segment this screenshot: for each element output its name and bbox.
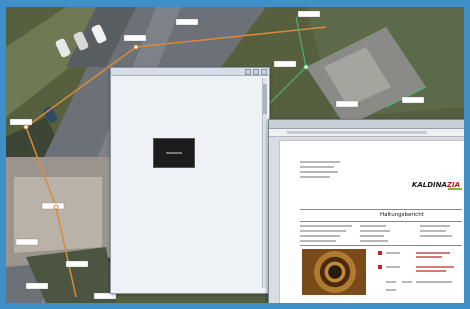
map-label[interactable] (123, 34, 147, 42)
inspection-video-thumbnail[interactable] (153, 138, 195, 168)
defect-marker-icon (378, 265, 382, 269)
logo-text: KALDINA (411, 181, 447, 189)
text-line (386, 289, 396, 291)
text-line (360, 235, 384, 237)
close-icon[interactable] (261, 69, 267, 75)
text-line (416, 266, 454, 268)
text-line (300, 166, 334, 168)
map-label[interactable] (335, 100, 359, 108)
map-label[interactable] (9, 118, 33, 126)
scrollbar-thumb[interactable] (263, 84, 267, 114)
popup-scrollbar[interactable] (262, 78, 267, 288)
company-logo: KALDINAZIA (411, 181, 462, 190)
text-line (386, 281, 396, 283)
manhole-marker[interactable] (53, 204, 59, 210)
map-label[interactable] (15, 238, 39, 246)
text-line (420, 225, 450, 227)
map-label[interactable] (175, 18, 199, 26)
text-line (386, 252, 400, 254)
text-line (300, 171, 338, 173)
text-line (420, 230, 446, 232)
text-line (300, 235, 340, 237)
text-line (360, 240, 388, 242)
map-label[interactable] (65, 260, 89, 268)
text-line (360, 225, 386, 227)
manhole-marker[interactable] (133, 44, 139, 50)
map-label[interactable] (297, 10, 321, 18)
text-line (300, 161, 340, 163)
text-line (300, 225, 352, 227)
text-line (300, 176, 330, 178)
report-page[interactable]: KALDINAZIA Haltungsbericht (279, 140, 464, 303)
viewer-titlebar[interactable] (269, 120, 464, 129)
text-line (416, 281, 452, 283)
text-line (300, 230, 346, 232)
feature-info-popup[interactable] (110, 67, 270, 294)
maximize-icon[interactable] (253, 69, 259, 75)
video-frame-icon (166, 152, 182, 154)
attribute-key (114, 156, 148, 161)
divider (300, 221, 462, 222)
map-viewport[interactable]: KALDINAZIA Haltungsbericht (6, 7, 464, 303)
text-line (416, 252, 450, 254)
pipe-inspection-photo[interactable] (302, 249, 366, 295)
popup-titlebar[interactable] (111, 68, 269, 76)
minimize-icon[interactable] (245, 69, 251, 75)
text-line (420, 235, 452, 237)
map-label[interactable] (401, 96, 425, 104)
text-line (402, 281, 412, 283)
map-label[interactable] (25, 282, 49, 290)
viewer-toolbar[interactable] (269, 129, 464, 137)
text-line (360, 230, 390, 232)
divider (300, 245, 462, 246)
report-heading: Haltungsbericht (380, 212, 424, 218)
map-label[interactable] (273, 60, 297, 68)
text-line (300, 240, 336, 242)
text-line (416, 270, 446, 272)
text-line (416, 256, 442, 258)
manhole-marker[interactable] (303, 64, 309, 70)
divider (300, 209, 462, 210)
defect-marker-icon (378, 251, 382, 255)
logo-ribbon (448, 188, 462, 190)
address-field[interactable] (287, 131, 427, 134)
manhole-marker[interactable] (23, 124, 29, 130)
map-label[interactable] (41, 202, 65, 210)
text-line (386, 266, 400, 268)
document-viewer-window[interactable]: KALDINAZIA Haltungsbericht (268, 119, 464, 303)
